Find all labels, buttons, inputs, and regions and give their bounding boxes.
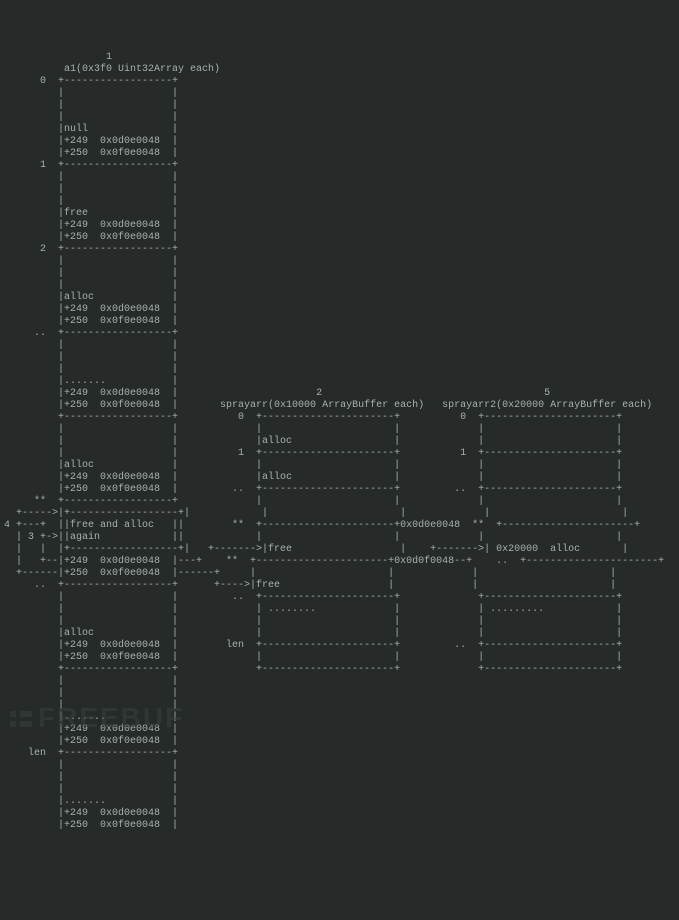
memory-layout-diagram: 1 a1(0x3f0 Uint32Array each) 0 +--------… — [4, 52, 675, 832]
col3-title: sprayarr2(0x20000 ArrayBuffer each) — [442, 400, 652, 411]
col2-title: sprayarr(0x10000 ArrayBuffer each) — [220, 400, 424, 411]
col1-title: a1(0x3f0 Uint32Array each) — [64, 64, 220, 75]
